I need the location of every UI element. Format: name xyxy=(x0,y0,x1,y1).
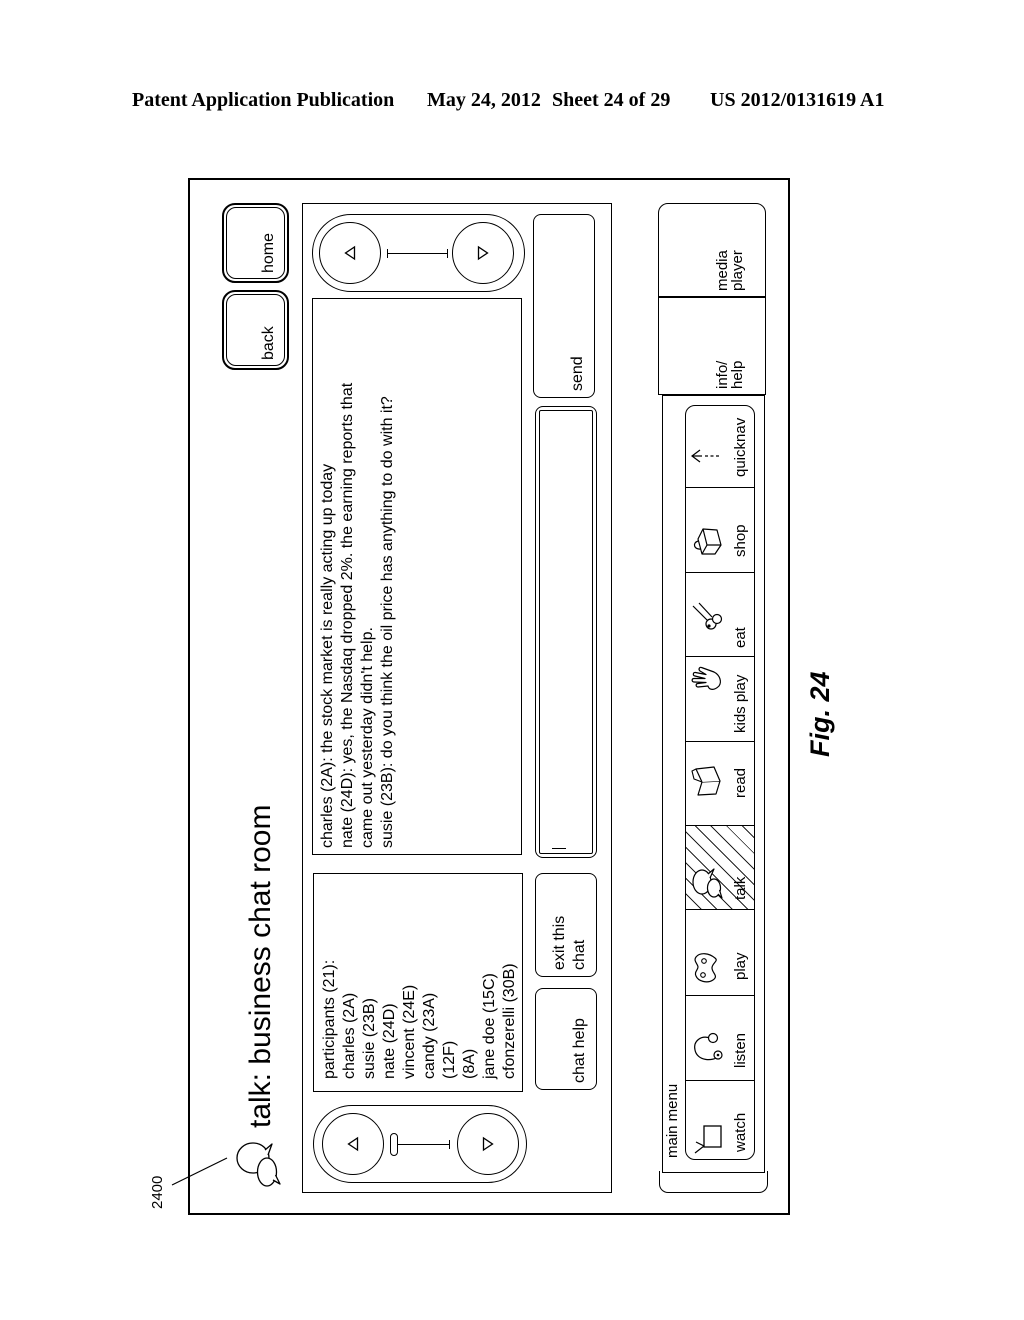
info-help-label: info/ help xyxy=(714,360,746,389)
chat-log-scroller[interactable] xyxy=(312,214,525,292)
participants-scroll-up-button[interactable] xyxy=(321,1113,384,1176)
participant-item[interactable]: (12F) xyxy=(440,874,460,1079)
book-icon xyxy=(691,766,721,796)
triangle-up-icon xyxy=(343,246,355,261)
tv-icon xyxy=(694,1125,722,1154)
back-button[interactable]: back xyxy=(222,290,289,370)
game-controller-icon xyxy=(694,953,717,983)
media-player-button[interactable]: media player xyxy=(658,203,766,297)
chat-message: nate (24D): yes, the Nasdaq dropped 2%. … xyxy=(339,382,376,848)
hand-icon xyxy=(691,666,721,690)
menu-item-listen[interactable]: listen xyxy=(686,995,754,1080)
menu-item-talk[interactable]: talk xyxy=(686,825,754,909)
chat-room-screen: 2400 Fig. 24 talk: business chat room ba… xyxy=(149,178,835,1215)
menu-item-label: quicknav xyxy=(732,417,749,477)
main-menu-items: watch listen play talk read kids play ea… xyxy=(685,405,755,1160)
exit-chat-label: exit this chat xyxy=(551,915,588,970)
menu-item-label: kids play xyxy=(732,674,749,733)
leader-line xyxy=(171,1157,228,1186)
triangle-down-icon xyxy=(477,246,489,261)
chat-scroll-down-button[interactable] xyxy=(451,222,514,285)
info-help-button[interactable]: info/ help xyxy=(658,297,766,395)
menu-item-label: read xyxy=(732,767,749,798)
participant-item[interactable]: candy (23A) xyxy=(420,874,440,1079)
media-player-label: media player xyxy=(714,250,746,291)
menu-item-label: watch xyxy=(732,1112,749,1152)
menu-item-play[interactable]: play xyxy=(686,909,754,995)
back-label: back xyxy=(260,326,277,360)
triangle-down-icon xyxy=(482,1137,494,1152)
chat-bubbles-icon xyxy=(692,868,723,899)
arrow-up-icon xyxy=(691,449,721,463)
send-label: send xyxy=(569,356,586,391)
participant-item[interactable]: cfonzerelli (30B) xyxy=(500,874,520,1079)
main-menu-label: main menu xyxy=(664,1083,681,1158)
chat-messages: charles (2A): the stock market is really… xyxy=(318,356,398,848)
home-button[interactable]: home xyxy=(222,203,289,283)
participants-scroller[interactable] xyxy=(313,1105,527,1183)
menu-item-eat[interactable]: eat xyxy=(686,572,754,656)
menu-item-watch[interactable]: watch xyxy=(686,1080,754,1159)
participant-item[interactable]: jane doe (15C) xyxy=(480,874,500,1079)
participant-item[interactable]: (8A) xyxy=(460,874,480,1079)
figure-caption: Fig. 24 xyxy=(805,671,835,757)
message-input[interactable] xyxy=(535,406,597,858)
participant-item[interactable]: charles (2A) xyxy=(340,874,360,1079)
chat-message: charles (2A): the stock market is really… xyxy=(319,463,336,848)
chat-scroll-up-button[interactable] xyxy=(318,222,381,285)
participants-scroll-track[interactable] xyxy=(389,1143,450,1145)
chat-scroll-track[interactable] xyxy=(386,252,448,254)
chat-message: susie (23B): do you think the oil price … xyxy=(379,396,396,848)
menu-item-label: play xyxy=(732,952,749,980)
menu-item-read[interactable]: read xyxy=(686,741,754,825)
menu-item-label: eat xyxy=(732,627,749,648)
participants-heading: participants (21): xyxy=(321,959,338,1079)
figure-24: 2400 Fig. 24 talk: business chat room ba… xyxy=(149,178,835,1215)
chat-bubbles-icon xyxy=(236,1142,281,1187)
main-menu-handle[interactable] xyxy=(659,1171,768,1193)
sheet-number: Sheet 24 of 29 xyxy=(552,89,671,111)
participant-item[interactable]: nate (24D) xyxy=(380,874,400,1079)
input-inner-border xyxy=(539,410,593,854)
chat-help-button[interactable]: chat help xyxy=(535,988,597,1090)
text-cursor xyxy=(551,848,566,850)
chat-log[interactable]: charles (2A): the stock market is really… xyxy=(312,298,522,855)
menu-item-quicknav[interactable]: quicknav xyxy=(686,407,754,487)
headphones-icon xyxy=(694,1032,723,1061)
publication-date: May 24, 2012 xyxy=(427,89,541,111)
shopping-bag-icon xyxy=(693,528,722,555)
food-icon xyxy=(692,602,723,630)
menu-item-label: listen xyxy=(732,1032,749,1068)
menu-item-kids-play[interactable]: kids play xyxy=(686,656,754,741)
menu-item-label: talk xyxy=(732,876,749,900)
patent-number: US 2012/0131619 A1 xyxy=(710,89,885,111)
scroll-track-end xyxy=(447,249,449,258)
participants-scroll-thumb[interactable] xyxy=(390,1133,398,1157)
participants-list[interactable]: participants (21): charles (2A) susie (2… xyxy=(313,873,523,1092)
send-button[interactable]: send xyxy=(533,214,595,398)
menu-item-shop[interactable]: shop xyxy=(686,487,754,572)
participant-item[interactable]: vincent (24E) xyxy=(400,874,420,1079)
triangle-up-icon xyxy=(346,1137,358,1152)
home-label: home xyxy=(260,232,277,273)
chat-help-label: chat help xyxy=(571,1018,588,1083)
scroll-track-end xyxy=(449,1140,451,1149)
participants-scroll-down-button[interactable] xyxy=(456,1113,519,1176)
menu-item-label: shop xyxy=(732,524,749,557)
exit-chat-button[interactable]: exit this chat xyxy=(535,873,597,977)
participant-item[interactable]: susie (23B) xyxy=(360,874,380,1079)
page-title: talk: business chat room xyxy=(244,804,277,1128)
publication-type: Patent Application Publication xyxy=(132,89,395,111)
